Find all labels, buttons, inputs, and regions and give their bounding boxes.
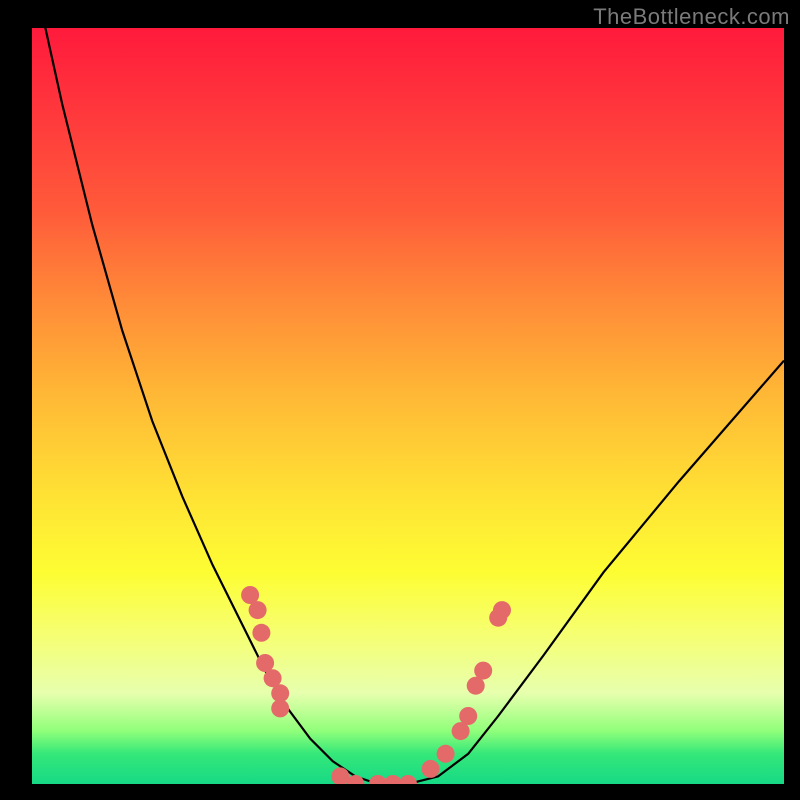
- data-marker: [437, 745, 455, 763]
- data-marker: [249, 601, 267, 619]
- data-marker: [399, 775, 417, 784]
- data-marker: [459, 707, 477, 725]
- data-marker: [493, 601, 511, 619]
- marker-group: [241, 586, 511, 784]
- data-marker: [422, 760, 440, 778]
- watermark-text: TheBottleneck.com: [593, 4, 790, 30]
- curve-layer: [32, 28, 784, 784]
- chart-stage: TheBottleneck.com: [0, 0, 800, 800]
- plot-area: [32, 28, 784, 784]
- data-marker: [271, 699, 289, 717]
- data-marker: [252, 624, 270, 642]
- data-marker: [474, 662, 492, 680]
- bottleneck-curve: [32, 28, 784, 784]
